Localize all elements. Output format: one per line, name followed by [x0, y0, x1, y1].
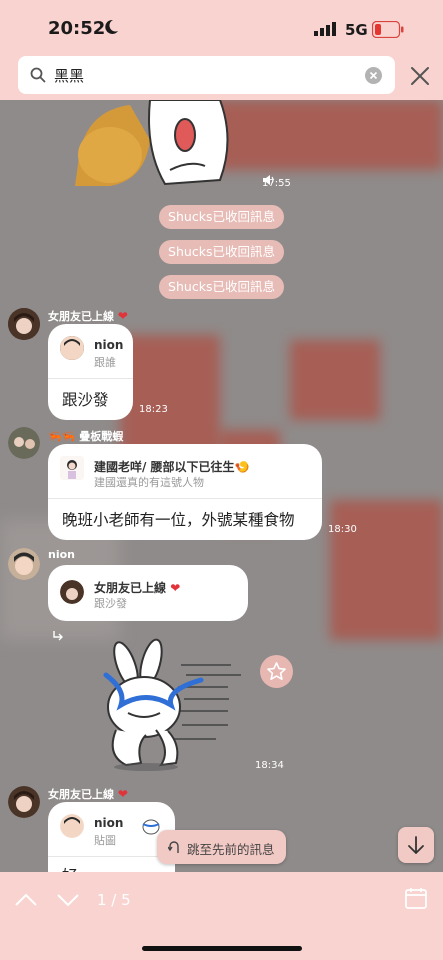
background-shape [330, 500, 443, 640]
message-time: 18:34 [255, 760, 284, 771]
chevron-down-icon[interactable] [56, 890, 80, 910]
message-bubble[interactable]: nion 跟誰 跟沙發 [48, 324, 133, 420]
sticker-image[interactable] [86, 635, 246, 771]
network-label: 5G [345, 21, 368, 39]
reply-avatar [60, 814, 84, 838]
background-shape [290, 340, 380, 420]
status-time: 20:52 [48, 18, 106, 39]
sender-name: 女朋友已上線 ❤ [48, 309, 128, 323]
search-field[interactable]: 黑黑 [18, 56, 395, 94]
message-bubble[interactable]: nion 貼圖 好 [48, 802, 175, 872]
divider [48, 498, 322, 499]
home-indicator [142, 946, 302, 951]
signal-icon [314, 22, 336, 36]
reply-avatar [60, 336, 84, 360]
chevron-up-icon[interactable] [14, 890, 38, 910]
avatar[interactable] [8, 786, 40, 818]
star-icon [267, 662, 286, 680]
heart-icon: ❤ [117, 787, 128, 801]
system-message: Shucks已收回訊息 [159, 240, 284, 264]
search-input[interactable]: 黑黑 [54, 65, 84, 86]
arrow-down-icon [408, 836, 424, 855]
message-text: 跟沙發 [62, 391, 109, 409]
sticker-image[interactable] [70, 100, 240, 186]
message-text: 晚班小老師有一位，外號某種食物 [62, 511, 295, 529]
reply-name: 女朋友已上線 ❤ [94, 581, 181, 595]
jump-to-previous-button[interactable]: 跳至先前的訊息 [157, 830, 286, 864]
reply-preview: 跟誰 [94, 356, 116, 369]
moon-icon [105, 19, 118, 34]
message-time: 18:23 [139, 404, 168, 415]
clear-icon[interactable] [365, 67, 382, 84]
chat-area[interactable]: 17:55 Shucks已收回訊息 Shucks已收回訊息 Shucks已收回訊… [0, 100, 443, 872]
divider [48, 378, 133, 379]
message-bubble[interactable]: 女朋友已上線 ❤ 跟沙發 [48, 565, 248, 621]
reply-preview: 建國還真的有這號人物 [94, 476, 204, 489]
search-bar: 黑黑 [0, 52, 443, 100]
avatar[interactable] [8, 427, 40, 459]
status-bar: 20:52 5G [0, 0, 443, 52]
sender-name: 🦐🦐 疊板戰蝦 [48, 430, 124, 443]
close-icon[interactable] [409, 65, 431, 87]
reply-avatar [60, 456, 84, 480]
reply-arrow-icon [53, 631, 63, 641]
emoji-icon: 🍤 [234, 460, 250, 474]
reply-name: nion [94, 816, 124, 830]
scroll-down-button[interactable] [398, 827, 434, 863]
avatar[interactable] [8, 548, 40, 580]
search-navigation-bar: 1 / 5 [0, 872, 443, 960]
message-time: 17:55 [262, 178, 291, 189]
divider [48, 856, 175, 857]
avatar[interactable] [8, 308, 40, 340]
message-bubble[interactable]: 建國老咩/ 腰部以下已往生🍤 建國還真的有這號人物 晚班小老師有一位，外號某種食… [48, 444, 322, 540]
system-message: Shucks已收回訊息 [159, 205, 284, 229]
message-text: 好 [62, 864, 78, 872]
favorite-button[interactable] [260, 655, 293, 688]
jump-back-icon [168, 841, 179, 853]
reply-avatar [60, 580, 84, 604]
system-message: Shucks已收回訊息 [159, 275, 284, 299]
message-time: 18:30 [328, 524, 357, 535]
jump-label: 跳至先前的訊息 [187, 842, 275, 857]
reply-preview: 貼圖 [94, 834, 116, 847]
calendar-icon[interactable] [404, 886, 428, 910]
shrimp-icon: 🦐🦐 [48, 430, 76, 443]
search-icon [30, 67, 46, 83]
reply-name: nion [94, 338, 124, 352]
sender-name: nion [48, 548, 75, 561]
result-counter: 1 / 5 [97, 891, 131, 909]
reply-preview: 跟沙發 [94, 597, 127, 610]
reply-name: 建國老咩/ 腰部以下已往生🍤 [94, 460, 250, 474]
sender-name: 女朋友已上線 ❤ [48, 787, 128, 801]
battery-icon [372, 21, 404, 38]
heart-icon: ❤ [170, 581, 181, 595]
heart-icon: ❤ [117, 309, 128, 323]
